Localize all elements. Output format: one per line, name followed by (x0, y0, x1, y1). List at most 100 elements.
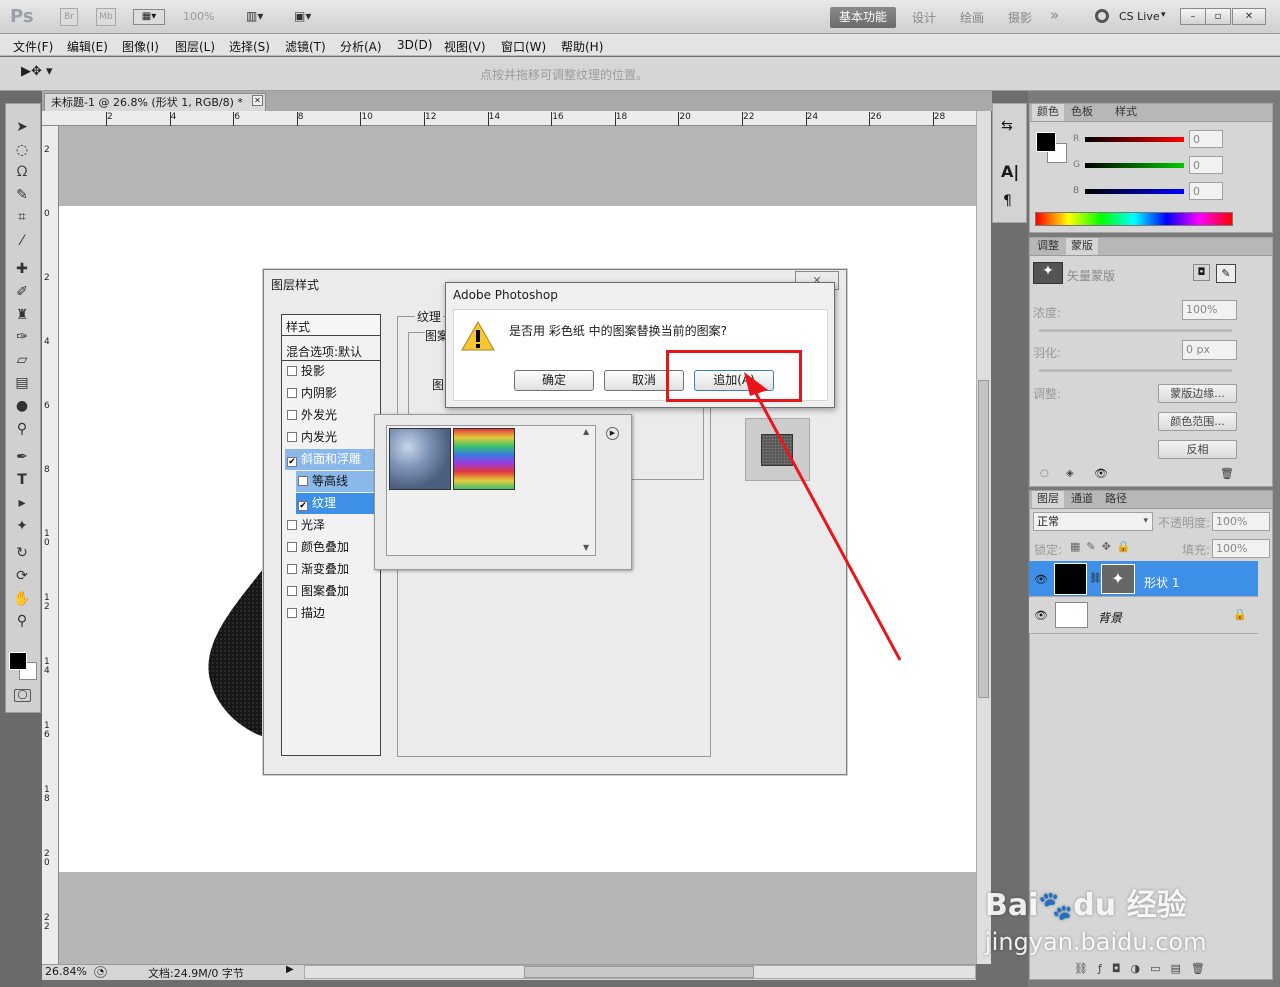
lasso-tool-icon[interactable]: ᘯ (12, 163, 32, 181)
style-item-checkbox[interactable] (287, 564, 297, 574)
menu-edit[interactable]: 编辑(E) (67, 38, 108, 55)
pattern-grid-scroll-down-icon[interactable]: ▼ (583, 543, 589, 552)
custom-shape-tool-icon[interactable]: ✦ (12, 517, 32, 535)
maximize-button[interactable]: ▫ (1205, 8, 1231, 25)
brush-tool-icon[interactable]: ✐ (12, 283, 32, 301)
invert-button[interactable]: 反相 (1158, 440, 1237, 459)
menu-help[interactable]: 帮助(H) (561, 38, 603, 55)
blur-tool-icon[interactable]: ● (12, 397, 32, 415)
color-foreground-swatch[interactable] (1036, 132, 1056, 152)
style-item[interactable]: 投影 (285, 361, 375, 382)
marquee-tool-icon[interactable]: ◌ (12, 141, 32, 159)
style-item-checkbox[interactable] (287, 366, 297, 376)
alert-ok-button[interactable]: 确定 (514, 370, 594, 391)
style-item[interactable]: 描边 (285, 603, 375, 624)
character-panel-icon[interactable]: A| (1001, 162, 1019, 181)
3d-rotate-tool-icon[interactable]: ↻ (12, 544, 32, 562)
close-button[interactable]: ✕ (1232, 8, 1266, 25)
zoom-level-dropdown[interactable]: 100% (183, 10, 214, 23)
red-value-input[interactable]: 0 (1189, 130, 1223, 148)
history-brush-tool-icon[interactable]: ✑ (12, 328, 32, 346)
3d-orbit-tool-icon[interactable]: ⟳ (12, 567, 32, 585)
dodge-tool-icon[interactable]: ⚲ (12, 420, 32, 438)
quick-selection-tool-icon[interactable]: ✎ (12, 186, 32, 204)
style-item[interactable]: 外发光 (285, 405, 375, 426)
tab-swatches[interactable]: 色板 (1066, 104, 1098, 121)
workspace-design-button[interactable]: 设计 (912, 9, 936, 26)
tab-color[interactable]: 颜色 (1032, 104, 1064, 121)
document-tab-close-icon[interactable]: ✕ (252, 95, 263, 106)
document-tab[interactable]: 未标题-1 @ 26.8% (形状 1, RGB/8) * (44, 93, 266, 111)
apply-mask-icon[interactable]: ◈ (1066, 468, 1074, 479)
layer-shape-name[interactable]: 形状 1 (1144, 574, 1179, 591)
mask-edge-button[interactable]: 蒙版边缘... (1158, 384, 1237, 403)
horizontal-scrollbar-thumb[interactable] (524, 966, 754, 978)
blue-slider[interactable] (1085, 189, 1184, 194)
crop-tool-icon[interactable]: ⌗ (12, 208, 32, 226)
arrange-documents-icon[interactable]: ▥▾ (246, 9, 276, 25)
style-item[interactable]: 光泽 (285, 515, 375, 536)
style-item-checkbox[interactable] (287, 410, 297, 420)
mini-bridge-button[interactable]: Mb (96, 8, 116, 26)
move-tool-preset-icon[interactable]: ▶✥ ▾ (21, 64, 53, 79)
blending-options-item[interactable]: 混合选项:默认 (282, 339, 380, 361)
style-item-checkbox[interactable] (287, 608, 297, 618)
workspace-essentials-button[interactable]: 基本功能 (830, 7, 896, 28)
status-menu-arrow-icon[interactable]: ▶ (286, 964, 294, 975)
layer-background-name[interactable]: 背景 (1098, 609, 1122, 626)
layers-footer-icons[interactable]: ⛓ƒ◘◑▭▤🗑 (1074, 962, 1215, 975)
pattern-swatch-rainbow[interactable] (453, 428, 515, 490)
type-tool-icon[interactable]: T (12, 471, 32, 489)
style-item-checkbox[interactable]: ✔ (287, 457, 297, 467)
menu-3d[interactable]: 3D(D) (397, 38, 432, 52)
style-item[interactable]: 等高线 (296, 471, 374, 492)
tab-paths[interactable]: 路径 (1100, 491, 1132, 508)
foreground-color-swatch[interactable] (9, 652, 27, 670)
mask-visibility-icon[interactable]: 👁 (1094, 467, 1108, 480)
pixel-mask-icon[interactable]: ◘ (1193, 264, 1210, 281)
view-extras-icon[interactable]: ▦▾ (133, 9, 165, 25)
pattern-grid-scroll-up-icon[interactable]: ▲ (583, 427, 589, 436)
menu-filter[interactable]: 滤镜(T) (285, 38, 326, 55)
lock-options-icon[interactable]: ▦✎✥🔒 (1070, 540, 1137, 553)
delete-mask-icon[interactable]: 🗑 (1220, 467, 1234, 480)
vector-mask-button-icon[interactable]: ✎ (1216, 264, 1236, 283)
status-zoom[interactable]: 26.84% (45, 965, 87, 978)
style-item-checkbox[interactable] (287, 542, 297, 552)
menu-analysis[interactable]: 分析(A) (340, 38, 382, 55)
blue-value-input[interactable]: 0 (1189, 182, 1223, 200)
vertical-scrollbar-thumb[interactable] (978, 380, 989, 698)
green-slider[interactable] (1085, 163, 1184, 168)
workspace-painting-button[interactable]: 绘画 (960, 9, 984, 26)
healing-brush-tool-icon[interactable]: ✚ (12, 260, 32, 278)
layer-vector-mask-thumbnail-icon[interactable]: ✦ (1101, 564, 1135, 594)
style-item[interactable]: 内发光 (285, 427, 375, 448)
layer-background-visibility-icon[interactable]: 👁 (1034, 609, 1048, 622)
history-panel-icon[interactable]: ⇆ (1001, 118, 1013, 134)
screen-mode-icon[interactable]: ▣▾ (294, 9, 324, 25)
paragraph-panel-icon[interactable]: ¶ (1003, 193, 1012, 209)
density-slider[interactable] (1039, 329, 1232, 332)
color-spectrum-bar[interactable] (1035, 212, 1233, 226)
menu-layer[interactable]: 图层(L) (175, 38, 215, 55)
path-selection-tool-icon[interactable]: ▸ (12, 494, 32, 512)
tab-masks[interactable]: 蒙版 (1066, 238, 1098, 255)
layer-shape-visibility-icon[interactable]: 👁 (1034, 573, 1048, 586)
tab-channels[interactable]: 通道 (1066, 491, 1098, 508)
style-item[interactable]: ✔ 斜面和浮雕 (285, 449, 375, 470)
load-selection-icon[interactable]: ◌ (1040, 468, 1049, 479)
bridge-button[interactable]: Br (60, 8, 78, 26)
style-item[interactable]: 渐变叠加 (285, 559, 375, 580)
style-item-checkbox[interactable] (298, 476, 308, 486)
tab-styles[interactable]: 样式 (1110, 104, 1142, 121)
workspace-more-button[interactable]: » (1050, 6, 1059, 24)
color-range-button[interactable]: 颜色范围... (1158, 412, 1237, 431)
cs-live-button[interactable]: CS Live (1119, 10, 1160, 23)
blend-mode-select[interactable]: 正常 ▾ (1033, 512, 1153, 531)
feather-input[interactable]: 0 px (1182, 340, 1237, 360)
eyedropper-tool-icon[interactable]: ⁄ (12, 232, 32, 250)
gradient-tool-icon[interactable]: ▤ (12, 374, 32, 392)
hand-tool-icon[interactable]: ✋ (12, 590, 32, 608)
feather-slider[interactable] (1039, 369, 1232, 372)
style-item-checkbox[interactable] (287, 432, 297, 442)
